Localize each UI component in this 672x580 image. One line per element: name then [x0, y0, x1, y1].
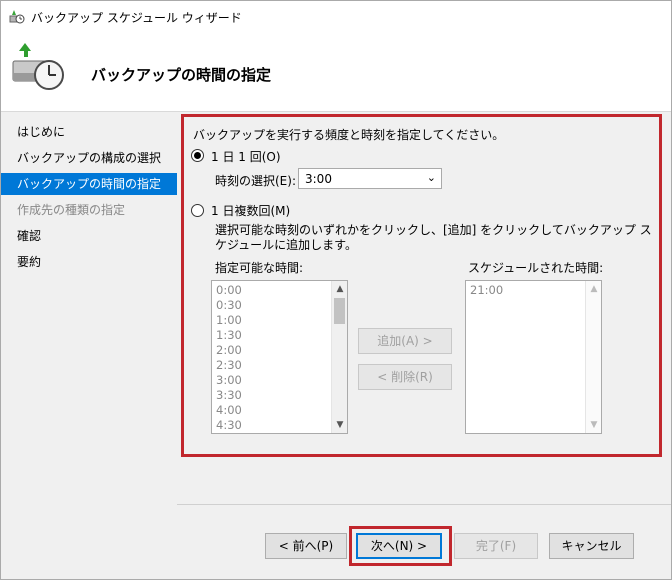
highlight-frame	[181, 114, 662, 457]
backup-app-icon	[9, 8, 25, 24]
next-button-highlight	[349, 526, 452, 566]
back-button[interactable]: < 前へ(P)	[265, 533, 347, 559]
window-title: バックアップ スケジュール ウィザード	[31, 11, 242, 25]
cancel-button[interactable]: キャンセル	[549, 533, 634, 559]
title-bar: バックアップ スケジュール ウィザード	[1, 1, 671, 31]
wizard-steps-nav: はじめに バックアップの構成の選択 バックアップの時間の指定 作成先の種類の指定…	[1, 112, 177, 579]
nav-item-intro[interactable]: はじめに	[1, 121, 177, 143]
wizard-header: バックアップの時間の指定	[1, 31, 671, 112]
nav-item-summary[interactable]: 要約	[1, 251, 177, 273]
nav-item-backup-config[interactable]: バックアップの構成の選択	[1, 147, 177, 169]
nav-item-destination-type: 作成先の種類の指定	[17, 203, 126, 217]
backup-clock-icon	[11, 39, 65, 93]
nav-item-backup-time[interactable]: バックアップの時間の指定	[1, 173, 177, 195]
wizard-window: バックアップ スケジュール ウィザード バックアップの時間の指定 はじめに バッ…	[0, 0, 672, 580]
nav-item-confirm[interactable]: 確認	[1, 225, 177, 247]
page-title: バックアップの時間の指定	[91, 66, 272, 84]
finish-button: 完了(F)	[454, 533, 538, 559]
